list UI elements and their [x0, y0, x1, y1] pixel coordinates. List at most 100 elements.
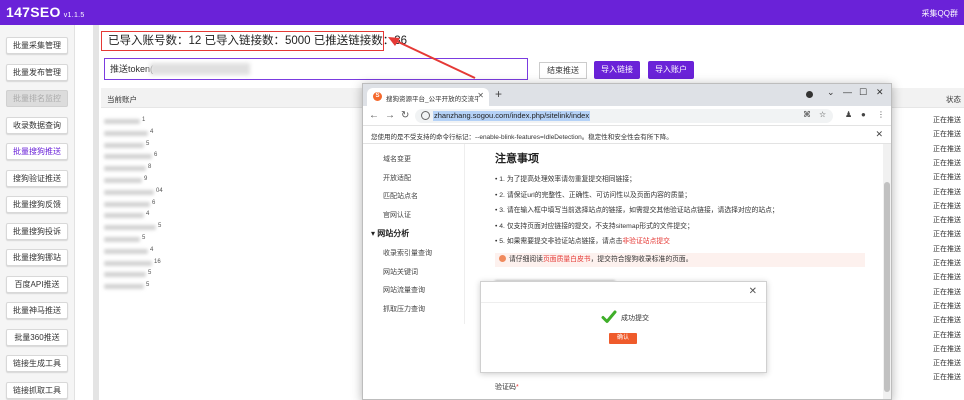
sidebar-item[interactable]: 链接抓取工具 [6, 381, 68, 399]
reload-icon[interactable]: ↻ [401, 110, 409, 121]
sidebar-item[interactable]: 链接生成工具 [6, 355, 68, 372]
dialog-separator [481, 302, 766, 303]
quality-tip: 请仔细阅读页面质量白皮书，提交符合搜狗收录标准的页面。 [495, 252, 865, 267]
nav-item[interactable]: 收录索引量查询 [383, 248, 432, 258]
browser-tab[interactable]: S 搜狗资源平台_公平开放的交流平台 ✕ [367, 88, 489, 106]
new-tab-icon[interactable]: + [495, 87, 502, 101]
status-cell: 正在推送 [933, 331, 961, 339]
account-fragment: 5 [158, 223, 162, 230]
nav-group-label: 网站分析 [377, 229, 410, 238]
annotation-arrow [388, 37, 476, 79]
nav-item[interactable]: 抓取压力查询 [383, 304, 425, 314]
account-fragment: 4 [150, 128, 154, 135]
sidebar-splitter[interactable] [93, 25, 99, 400]
sidebar-item[interactable]: 批量360推送 [6, 328, 68, 346]
tip-after: ，提交符合搜狗收录标准的页面。 [590, 255, 693, 263]
dialog-message: 成功提交 [621, 315, 649, 322]
minimize-icon[interactable]: — [843, 87, 852, 97]
whitepaper-link[interactable]: 页面质量白皮书 [543, 256, 591, 263]
account-redacted [104, 248, 148, 254]
note-item: • 1. 为了提高处理效率请勿重复提交相同链接； [495, 176, 636, 183]
confirm-button[interactable]: 确认 [609, 333, 637, 344]
sidebar-item[interactable]: 批量排名监控 [6, 90, 68, 107]
sidebar-item[interactable]: 批量搜狗反馈 [6, 196, 68, 213]
notes-title: 注意事项 [495, 153, 539, 165]
account-fragment: 04 [156, 187, 163, 194]
url-text[interactable]: zhanzhang.sogou.com/index.php/sitelink/i… [433, 111, 591, 121]
chevron-down-icon[interactable]: ⌄ [827, 87, 835, 98]
import-links-button[interactable]: 导入链接 [594, 61, 640, 79]
maximize-icon[interactable]: ☐ [859, 87, 867, 98]
account-redacted [104, 284, 144, 290]
sidebar-item[interactable]: 搜狗验证推送 [6, 169, 68, 187]
sidebar-item[interactable]: 批量采集管理 [6, 37, 68, 54]
nav-item[interactable]: 网站流量查询 [383, 285, 425, 295]
sidebar-item[interactable]: 批量搜狗挪站 [6, 249, 68, 266]
bookmark-star-icon[interactable]: ☆ [819, 110, 826, 119]
qq-group-link[interactable]: 采集QQ群 [922, 8, 958, 19]
status-cell: 正在推送 [933, 131, 961, 139]
tab-title: 搜狗资源平台_公平开放的交流平台 [386, 96, 478, 103]
account-fragment: 5 [142, 235, 146, 241]
account-redacted [104, 119, 140, 124]
forward-icon[interactable]: → [385, 110, 395, 121]
sidebar-item[interactable]: 批量搜狗投诉 [6, 222, 68, 240]
account-redacted [104, 237, 140, 242]
status-cell: 正在推送 [933, 345, 961, 353]
account-redacted [104, 189, 154, 195]
non-verified-submit-link[interactable]: 非验证站点提交 [622, 238, 670, 245]
scroll-thumb[interactable] [884, 182, 890, 392]
note-text: 4. 仅支持页面对应链接的提交，不支持sitemap形式的文件提交； [499, 222, 694, 230]
account-redacted [104, 166, 146, 172]
notes-list: • 1. 为了提高处理效率请勿重复提交相同链接； • 2. 请保证url的完整性、… [495, 173, 875, 235]
menu-icon[interactable]: ⋮ [877, 110, 885, 119]
status-cell: 正在推送 [933, 374, 961, 382]
window-close-icon[interactable]: ✕ [876, 87, 884, 98]
sidebar-item[interactable]: 百度API推送 [6, 275, 68, 293]
notes-panel: 注意事项 • 1. 为了提高处理效率请勿重复提交相同链接； • 2. 请保证url… [495, 150, 875, 267]
profile-icon[interactable]: ● [861, 110, 866, 119]
captcha-label: 验证码* [495, 382, 519, 392]
install-app-icon[interactable]: ⌘ [803, 110, 811, 119]
app-brand: 147SEO v1.1.5 [6, 4, 85, 20]
account-fragment: 8 [148, 164, 152, 171]
url-box[interactable]: zhanzhang.sogou.com/index.php/sitelink/i… [415, 109, 833, 123]
tab-strip: S 搜狗资源平台_公平开放的交流平台 ✕ + ⌄ — ☐ ✕ [363, 84, 891, 106]
site-left-nav: 域名变更开放适配匹配站点名官网认证 ▾ 网站分析收录索引量查询 网站关键词网站流量查… [363, 144, 465, 324]
page-scrollbar[interactable] [883, 144, 891, 399]
nav-item[interactable]: 域名变更 [383, 154, 411, 164]
account-redacted [104, 260, 152, 266]
required-mark: * [516, 384, 519, 391]
account-fragment: 5 [146, 282, 150, 289]
sidebar-item[interactable]: 收录数据查询 [6, 116, 68, 134]
account-fragment: 6 [154, 152, 158, 159]
app-version: v1.1.5 [63, 12, 85, 19]
nav-item[interactable]: 官网认证 [383, 210, 411, 220]
status-cell: 正在推送 [933, 360, 961, 368]
account-redacted [104, 154, 152, 160]
status-cell: 正在推送 [933, 274, 961, 282]
unsupported-flag-infobar: 您使用的是不受支持的命令行标记：--enable-blink-features=… [363, 126, 891, 144]
nav-item[interactable]: 开放适配 [383, 173, 411, 183]
account-fragment: 6 [152, 199, 156, 206]
stop-push-button[interactable]: 结束推送 [539, 62, 587, 79]
sidebar-item[interactable]: 批量发布管理 [6, 63, 68, 81]
account-redacted [104, 225, 156, 231]
note-item: • 3. 请在输入框中填写当前选择站点的链接，如需提交其他验证站点链接，请选择对… [495, 207, 779, 214]
account-icon[interactable]: ♟ [845, 110, 852, 119]
back-icon[interactable]: ← [369, 110, 379, 121]
account-fragment: 5 [148, 270, 152, 277]
infobar-text: 您使用的是不受支持的命令行标记：--enable-blink-features=… [371, 134, 673, 141]
nav-group-site-analysis[interactable]: ▾ 网站分析 [371, 228, 409, 239]
infobar-close-icon[interactable]: ✕ [875, 129, 883, 140]
status-cell: 正在推送 [933, 231, 961, 239]
nav-item[interactable]: 网站关键词 [383, 267, 418, 277]
site-info-icon[interactable] [421, 111, 430, 120]
nav-item[interactable]: 匹配站点名 [383, 191, 418, 201]
dialog-close-icon[interactable]: ✕ [749, 286, 757, 297]
import-accounts-button[interactable]: 导入账户 [648, 61, 694, 79]
note-5-text: 5. 如果需要提交非验证站点链接，请点击 [499, 238, 623, 245]
tab-close-icon[interactable]: ✕ [477, 91, 484, 100]
sidebar-item[interactable]: 批量搜狗推送 [6, 143, 68, 160]
sidebar-item[interactable]: 批量神马推送 [6, 302, 68, 319]
